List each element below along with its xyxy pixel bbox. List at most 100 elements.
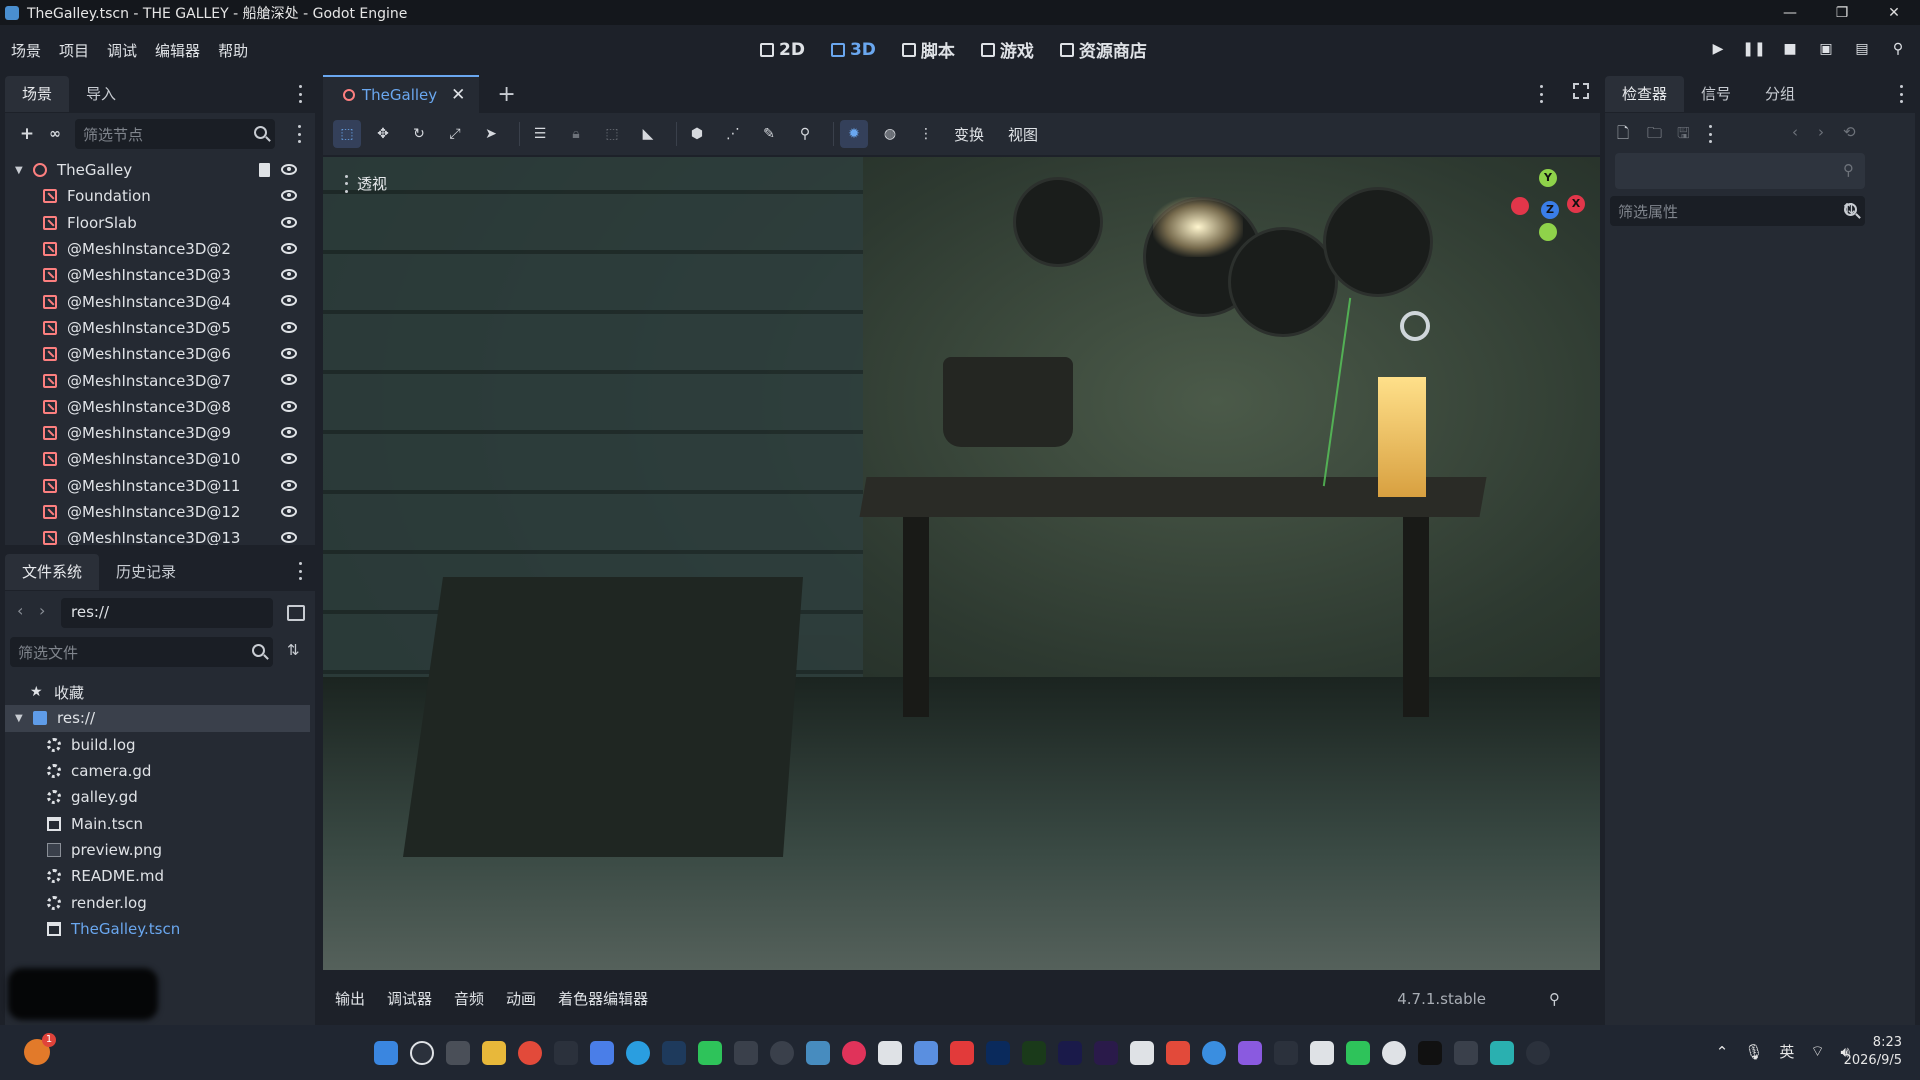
file-filter-input[interactable]: 筛选文件: [10, 637, 273, 667]
tree-node-row[interactable]: @MeshInstance3D@9: [5, 420, 310, 446]
visibility-eye-icon[interactable]: [281, 400, 297, 412]
search-icon[interactable]: [410, 1041, 434, 1065]
microphone-icon[interactable]: 🎙︎: [1744, 1043, 1763, 1061]
recorder-icon[interactable]: [950, 1041, 974, 1065]
neg-x-axis-handle[interactable]: [1511, 197, 1529, 215]
distraction-free-icon[interactable]: [1573, 83, 1589, 99]
file-row[interactable]: preview.png: [5, 837, 310, 863]
stop-icon[interactable]: ■: [1780, 39, 1800, 59]
forward-icon[interactable]: ›: [39, 601, 45, 620]
tab-output[interactable]: 输出: [335, 988, 365, 1009]
collapse-arrow-icon[interactable]: ▼: [15, 713, 25, 724]
mode-script-button[interactable]: 脚本: [901, 37, 955, 62]
tree-root-node[interactable]: ▼ TheGalley: [5, 157, 310, 183]
file-row[interactable]: README.md: [5, 863, 310, 889]
mode-game-button[interactable]: 游戏: [980, 37, 1034, 62]
qq-icon[interactable]: [878, 1041, 902, 1065]
history-back-icon[interactable]: ‹: [1792, 123, 1798, 141]
widgets-icon[interactable]: 1: [24, 1033, 56, 1065]
visibility-eye-icon[interactable]: [281, 242, 297, 254]
terminal-icon[interactable]: [734, 1041, 758, 1065]
file-row[interactable]: render.log: [5, 889, 310, 915]
open-resource-icon[interactable]: 🗀︎: [1647, 123, 1662, 148]
tab-scene[interactable]: 场景: [5, 76, 70, 112]
history-icon[interactable]: ⟲: [1843, 123, 1856, 141]
res-folder-row[interactable]: ▼ res://: [5, 705, 310, 732]
history-forward-icon[interactable]: ›: [1818, 123, 1824, 141]
app-icon[interactable]: [1202, 1041, 1226, 1065]
visibility-eye-icon[interactable]: [281, 295, 297, 307]
tree-node-row[interactable]: @MeshInstance3D@11: [5, 473, 310, 499]
scene-filter-menu-icon[interactable]: [296, 125, 302, 143]
menu-editor[interactable]: 编辑器: [155, 40, 200, 61]
tab-inspector[interactable]: 检查器: [1605, 76, 1685, 112]
y-axis-handle[interactable]: Y: [1539, 169, 1557, 187]
select-mode-icon[interactable]: ⬚: [333, 120, 361, 148]
maximize-button[interactable]: ❐: [1816, 0, 1868, 25]
app-icon[interactable]: [1382, 1041, 1406, 1065]
property-filter-input[interactable]: 筛选属性: [1610, 196, 1865, 226]
snap-angle-icon[interactable]: ◣: [634, 120, 662, 148]
clock[interactable]: 8:23 2026/9/5: [1844, 1034, 1902, 1070]
godot-icon[interactable]: [806, 1041, 830, 1065]
z-axis-handle[interactable]: Z: [1541, 201, 1559, 219]
toolbar-more-icon[interactable]: ⋮: [912, 120, 940, 148]
rotate-mode-icon[interactable]: ↻: [405, 120, 433, 148]
object-selector[interactable]: [1615, 153, 1865, 189]
ruler-icon[interactable]: ☰: [526, 120, 554, 148]
add-node-icon[interactable]: +: [17, 124, 37, 144]
wechat-icon[interactable]: [698, 1041, 722, 1065]
tree-node-row[interactable]: Foundation: [5, 183, 310, 209]
menu-scene[interactable]: 场景: [11, 40, 41, 61]
unity-icon[interactable]: [1274, 1041, 1298, 1065]
view-menu[interactable]: 视图: [1008, 124, 1038, 145]
tree-node-row[interactable]: @MeshInstance3D@5: [5, 315, 310, 341]
steam-icon[interactable]: [662, 1041, 686, 1065]
photoshop-icon[interactable]: [986, 1041, 1010, 1065]
menu-project[interactable]: 项目: [59, 40, 89, 61]
movie-maker-icon[interactable]: ⚲: [1888, 39, 1908, 59]
app-icon[interactable]: [914, 1041, 938, 1065]
figma-icon[interactable]: [1166, 1041, 1190, 1065]
close-tab-icon[interactable]: ✕: [451, 85, 465, 105]
snap-icon[interactable]: ⋰: [719, 120, 747, 148]
app-icon[interactable]: [1454, 1041, 1478, 1065]
group-icon[interactable]: ⬚: [598, 120, 626, 148]
premiere-icon[interactable]: [1094, 1041, 1118, 1065]
tree-node-row[interactable]: @MeshInstance3D@13: [5, 525, 310, 545]
list-select-icon[interactable]: ➤: [477, 120, 505, 148]
visibility-eye-icon[interactable]: [281, 164, 297, 175]
preview-env-icon[interactable]: ✎: [755, 120, 783, 148]
add-scene-tab-icon[interactable]: +: [497, 82, 515, 107]
tree-node-row[interactable]: FloorSlab: [5, 210, 310, 236]
tab-shader-editor[interactable]: 着色器编辑器: [558, 988, 648, 1009]
visibility-eye-icon[interactable]: [281, 269, 297, 281]
inspector-menu-icon[interactable]: [1898, 85, 1904, 103]
close-window-button[interactable]: ✕: [1868, 0, 1920, 25]
property-sort-icon[interactable]: ⇅: [1843, 200, 1856, 218]
visibility-eye-icon[interactable]: [281, 453, 297, 465]
path-field[interactable]: res://: [61, 598, 273, 628]
pin-panel-icon[interactable]: ⚲: [1549, 990, 1560, 1008]
visibility-eye-icon[interactable]: [281, 532, 297, 544]
tray-expand-icon[interactable]: ⌃: [1716, 1043, 1729, 1061]
file-row[interactable]: build.log: [5, 732, 310, 758]
collapse-arrow-icon[interactable]: ▼: [15, 165, 25, 176]
app-icon[interactable]: [1490, 1041, 1514, 1065]
tree-node-row[interactable]: @MeshInstance3D@2: [5, 236, 310, 262]
visibility-eye-icon[interactable]: [281, 505, 297, 517]
x-axis-handle[interactable]: X: [1567, 195, 1585, 213]
scene-tab-thegalley[interactable]: TheGalley ✕: [323, 75, 480, 113]
tab-animation[interactable]: 动画: [506, 988, 536, 1009]
neg-y-axis-handle[interactable]: [1539, 223, 1557, 241]
app-icon[interactable]: [1346, 1041, 1370, 1065]
file-row[interactable]: camera.gd: [5, 758, 310, 784]
transform-menu[interactable]: 变换: [954, 124, 984, 145]
wifi-icon[interactable]: ⌔: [1810, 1042, 1824, 1061]
file-row[interactable]: Main.tscn: [5, 810, 310, 836]
visibility-eye-icon[interactable]: [281, 348, 297, 360]
notion-icon[interactable]: [1130, 1041, 1154, 1065]
local-space-icon[interactable]: ⬢: [683, 120, 711, 148]
play-scene-icon[interactable]: ▣: [1816, 39, 1836, 59]
start-icon[interactable]: [374, 1041, 398, 1065]
